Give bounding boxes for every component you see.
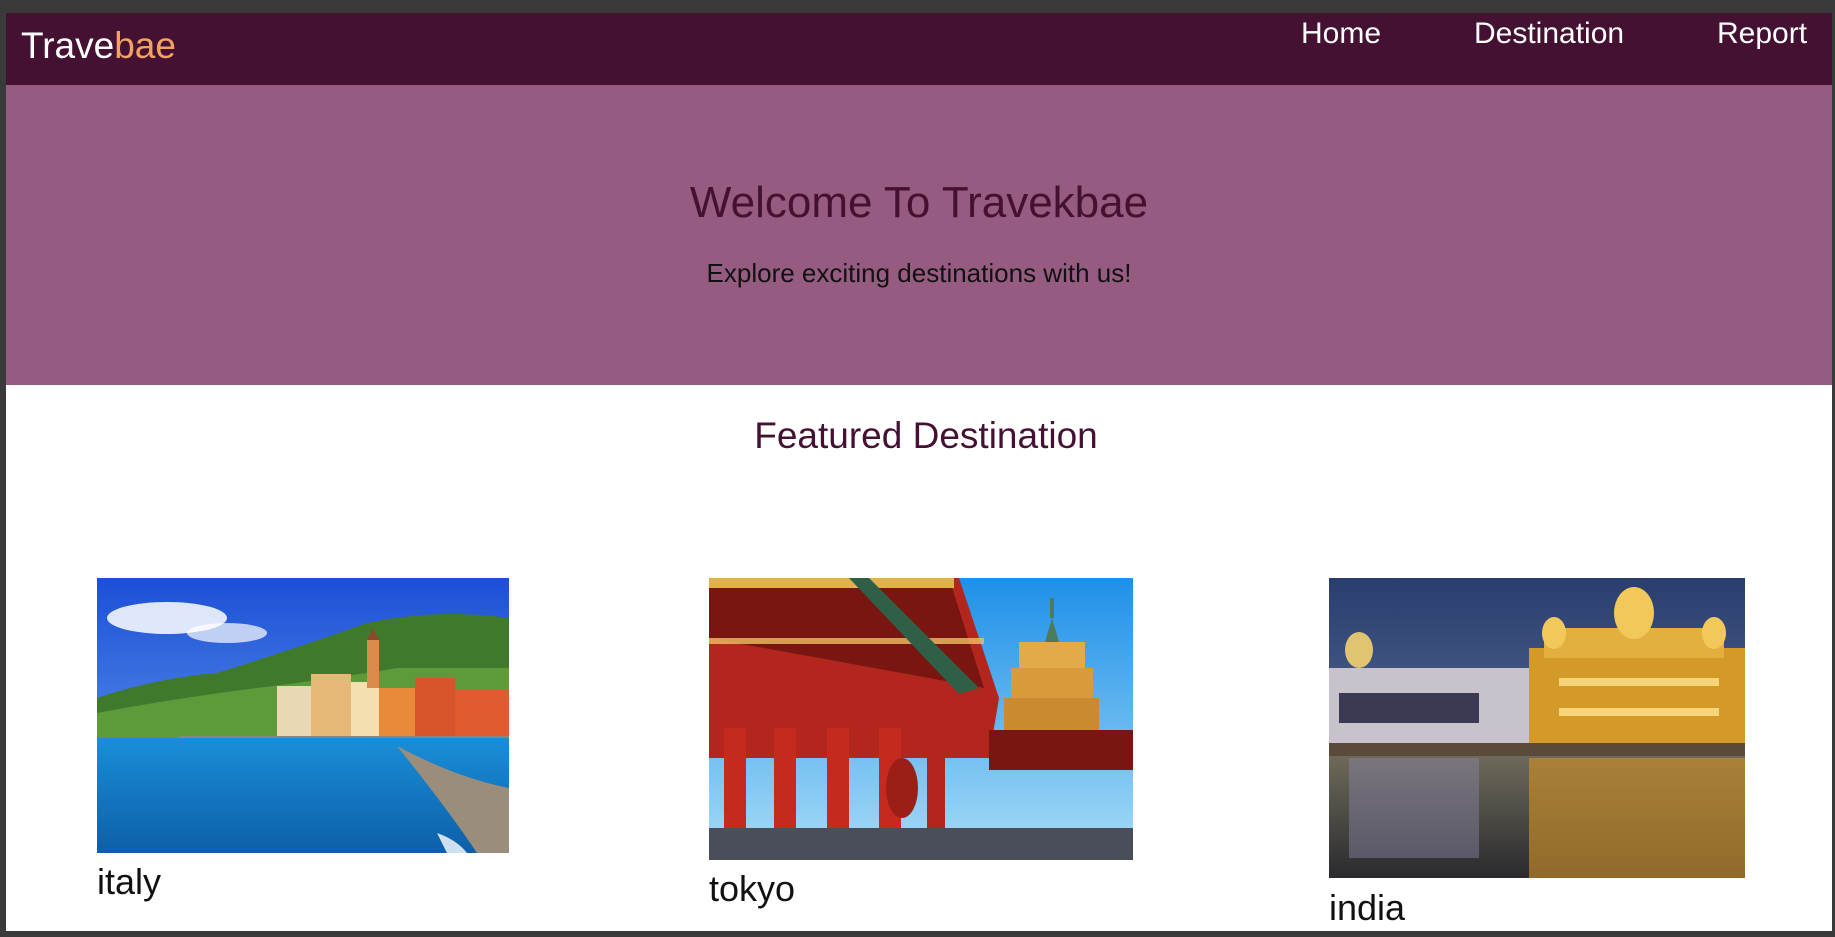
hero-title: Welcome To Travekbae [689,178,1149,227]
destination-card-india[interactable]: india [1329,578,1745,928]
destination-label-tokyo: tokyo [709,868,796,909]
brand-main-text: Trave [21,25,115,66]
destination-label-india: india [1329,887,1406,928]
brand-logo[interactable]: Travebae [21,20,176,72]
hero-subtitle: Explore exciting destinations with us! [706,258,1132,288]
nav-link-report[interactable]: Report [1717,15,1807,53]
nav-link-home[interactable]: Home [1301,15,1381,53]
hero-banner: Welcome To Travekbae Explore exciting de… [6,85,1832,385]
navbar: Travebae Home Destination Report [6,13,1832,85]
destination-label-italy: italy [97,861,162,902]
nav-link-destination[interactable]: Destination [1474,15,1624,53]
brand-accent-text: bae [114,25,176,66]
tokyo-photo[interactable] [709,578,1133,860]
featured-section-title: Featured Destination [754,415,1098,456]
destination-card-italy[interactable]: italy [97,578,509,902]
india-photo[interactable] [1329,578,1745,878]
destination-card-tokyo[interactable]: tokyo [709,578,1133,909]
browser-viewport: Travebae Home Destination Report Welcome… [6,13,1832,931]
italy-photo[interactable] [97,578,509,853]
